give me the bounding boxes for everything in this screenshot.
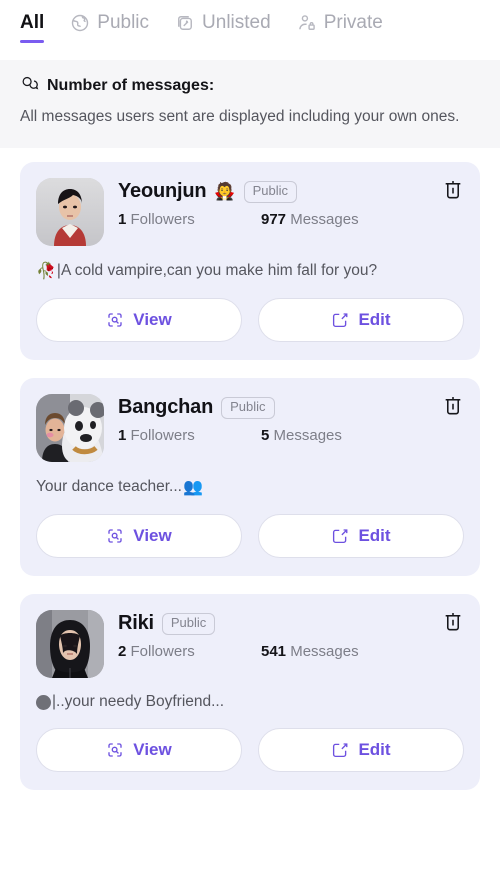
view-button[interactable]: View (36, 728, 242, 773)
yeounjun-avatar[interactable] (36, 178, 104, 247)
messages-count: 5 (261, 427, 270, 445)
character-description: Your dance teacher... 👥 (36, 477, 464, 497)
description-text: |A cold vampire,can you make him fall fo… (56, 262, 378, 280)
edit-button[interactable]: Edit (258, 298, 464, 343)
followers-count: 1 (118, 427, 127, 445)
followers-stat: 1 Followers (118, 427, 261, 444)
description-text: |..your needy Boyfriend... (52, 693, 225, 711)
messages-stat: 5 Messages (261, 427, 404, 444)
messages-stat: 977 Messages (261, 211, 404, 228)
view-button-label: View (133, 310, 172, 330)
view-button-label: View (133, 526, 172, 546)
edit-pencil-square-icon (331, 527, 349, 545)
bangchan-avatar[interactable] (36, 394, 104, 463)
character-description: 🥀 |A cold vampire,can you make him fall … (36, 261, 464, 281)
followers-count: 2 (118, 643, 127, 661)
tab-public-label: Public (97, 12, 150, 33)
person-lock-icon (297, 13, 317, 33)
messages-count: 977 (261, 211, 287, 229)
followers-label: Followers (130, 643, 195, 661)
character-name: Bangchan (118, 396, 214, 419)
character-card[interactable]: Riki Public 2 Followers 541 Messages |..… (20, 594, 480, 791)
trash-icon[interactable] (442, 394, 464, 418)
visibility-badge: Public (221, 397, 275, 419)
tab-unlisted-label: Unlisted (202, 12, 271, 33)
vampire-emoji: 🧛 (214, 182, 236, 202)
messages-label: Messages (290, 643, 359, 661)
view-square-magnifier-icon (106, 527, 124, 545)
description-text: Your dance teacher... (36, 478, 182, 496)
name-row: Bangchan Public (118, 396, 464, 419)
globe-icon (70, 13, 90, 33)
card-header: Bangchan Public 1 Followers 5 Messages (36, 394, 464, 463)
tab-all[interactable]: All (20, 12, 45, 43)
followers-count: 1 (118, 211, 127, 229)
character-card-list: Yeounjun 🧛 Public 1 Followers 977 Messag… (0, 148, 500, 811)
edit-button-label: Edit (358, 740, 391, 760)
tab-private[interactable]: Private (297, 12, 383, 41)
tab-unlisted[interactable]: Unlisted (175, 12, 271, 41)
card-actions: View Edit (36, 514, 464, 559)
edit-button-label: Edit (358, 310, 391, 330)
banner-title: Number of messages: (47, 77, 215, 94)
messages-label: Messages (273, 427, 342, 445)
card-actions: View Edit (36, 298, 464, 343)
visibility-tab-bar: All Public Unlisted Private (0, 0, 500, 60)
tab-all-label: All (20, 12, 45, 33)
edit-button[interactable]: Edit (258, 514, 464, 559)
name-row: Riki Public (118, 612, 464, 635)
messages-label: Messages (290, 211, 359, 229)
followers-label: Followers (130, 427, 195, 445)
followers-label: Followers (130, 211, 195, 229)
visibility-badge: Public (243, 181, 297, 203)
edit-button-label: Edit (358, 526, 391, 546)
view-square-magnifier-icon (106, 741, 124, 759)
character-name: Riki (118, 612, 154, 635)
name-row: Yeounjun 🧛 Public (118, 180, 464, 203)
character-card[interactable]: Bangchan Public 1 Followers 5 Messages Y… (20, 378, 480, 577)
view-square-magnifier-icon (106, 311, 124, 329)
followers-stat: 2 Followers (118, 643, 261, 660)
view-button[interactable]: View (36, 514, 242, 559)
character-name: Yeounjun (118, 180, 207, 203)
messages-info-banner: Number of messages: All messages users s… (0, 60, 500, 149)
speech-bubbles-icon (20, 74, 39, 98)
card-meta: Yeounjun 🧛 Public 1 Followers 977 Messag… (118, 178, 464, 228)
tab-private-label: Private (323, 12, 383, 33)
card-header: Yeounjun 🧛 Public 1 Followers 977 Messag… (36, 178, 464, 247)
active-tab-underline (20, 40, 45, 43)
card-actions: View Edit (36, 728, 464, 773)
card-meta: Riki Public 2 Followers 541 Messages (118, 610, 464, 660)
banner-subtitle: All messages users sent are displayed in… (20, 108, 460, 125)
edit-pencil-square-icon (331, 311, 349, 329)
busts-in-silhouette-emoji: 👥 (182, 479, 203, 497)
card-header: Riki Public 2 Followers 541 Messages (36, 610, 464, 679)
view-button[interactable]: View (36, 298, 242, 343)
edit-button[interactable]: Edit (258, 728, 464, 773)
visibility-badge: Public (161, 613, 216, 635)
unlisted-link-icon (175, 13, 195, 33)
stats-row: 1 Followers 977 Messages (118, 211, 464, 228)
riki-avatar[interactable] (36, 610, 104, 679)
gray-circle-emoji (36, 694, 51, 710)
wilted-flower-emoji: 🥀 (36, 263, 56, 281)
tab-public[interactable]: Public (70, 12, 149, 41)
messages-stat: 541 Messages (261, 643, 404, 660)
banner-title-row: Number of messages: (20, 74, 480, 98)
stats-row: 1 Followers 5 Messages (118, 427, 464, 444)
character-card[interactable]: Yeounjun 🧛 Public 1 Followers 977 Messag… (20, 162, 480, 361)
view-button-label: View (133, 740, 172, 760)
character-description: |..your needy Boyfriend... (36, 693, 464, 711)
messages-count: 541 (261, 643, 287, 661)
edit-pencil-square-icon (331, 741, 349, 759)
card-meta: Bangchan Public 1 Followers 5 Messages (118, 394, 464, 444)
stats-row: 2 Followers 541 Messages (118, 643, 464, 660)
trash-icon[interactable] (442, 178, 464, 202)
followers-stat: 1 Followers (118, 211, 261, 228)
trash-icon[interactable] (442, 610, 464, 634)
